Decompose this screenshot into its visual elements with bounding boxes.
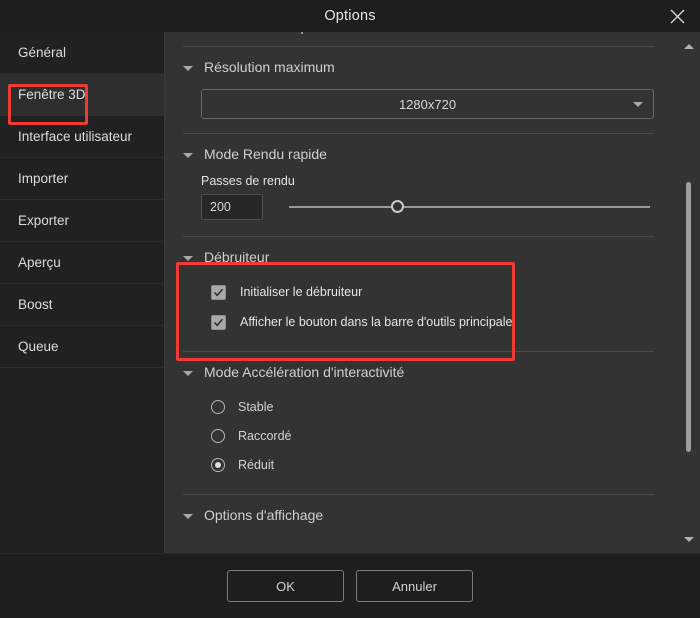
radio-label: Réduit	[238, 457, 275, 472]
checkbox-row-show-toolbar-button[interactable]: Afficher le bouton dans la barre d'outil…	[211, 307, 654, 337]
scrollbar-thumb[interactable]	[686, 182, 691, 452]
title-bar: Options	[0, 0, 700, 32]
clipped-section-header: Mode Rendu rapide	[183, 32, 654, 46]
ok-button[interactable]: OK	[227, 570, 344, 602]
section-header-interactivity[interactable]: Mode Accélération d'interactivité	[183, 352, 654, 392]
scroll-up-icon[interactable]	[678, 36, 700, 56]
checkbox-label: Initialiser le débruiteur	[240, 285, 363, 299]
sidebar-item-label: Queue	[18, 339, 59, 354]
section-title: Débruiteur	[204, 249, 270, 265]
section-title: Résolution maximum	[204, 59, 335, 75]
slider-thumb[interactable]	[391, 200, 405, 213]
section-header-denoiser[interactable]: Débruiteur	[183, 237, 654, 277]
section-title: Mode Accélération d'interactivité	[204, 364, 405, 380]
section-title: Mode Rendu rapide	[204, 146, 327, 162]
radio-row-stable[interactable]: Stable	[211, 392, 654, 421]
sidebar-item-boost[interactable]: Boost	[0, 284, 164, 326]
sidebar-item-label: Fenêtre 3D	[18, 87, 86, 102]
scroll-down-icon[interactable]	[678, 529, 700, 549]
section-header-fast-render[interactable]: Mode Rendu rapide	[183, 134, 654, 174]
radio-row-raccorde[interactable]: Raccordé	[211, 421, 654, 450]
chevron-down-icon	[183, 255, 193, 261]
checkbox-row-init-denoiser[interactable]: Initialiser le débruiteur	[211, 277, 654, 307]
radio-unchecked-icon[interactable]	[211, 428, 225, 443]
chevron-down-icon	[183, 65, 193, 71]
sidebar: Général Fenêtre 3D Interface utilisateur…	[0, 32, 165, 553]
options-dialog: Options Général Fenêtre 3D Interface uti…	[0, 0, 700, 618]
window-title: Options	[324, 8, 376, 24]
sidebar-item-general[interactable]: Général	[0, 32, 164, 74]
sidebar-item-label: Aperçu	[18, 255, 61, 270]
radio-row-reduit[interactable]: Réduit	[211, 450, 654, 479]
section-title: Options d'affichage	[204, 507, 324, 523]
checkbox-label: Afficher le bouton dans la barre d'outil…	[240, 315, 513, 329]
chevron-down-icon	[183, 152, 193, 158]
slider-track	[289, 206, 650, 208]
sidebar-item-fenetre-3d[interactable]: Fenêtre 3D	[0, 74, 164, 116]
sidebar-item-label: Interface utilisateur	[18, 129, 133, 144]
sidebar-item-label: Boost	[18, 297, 53, 312]
radio-checked-icon[interactable]	[211, 457, 225, 472]
passes-label: Passes de rendu	[201, 174, 295, 188]
resolution-value: 1280x720	[398, 96, 457, 112]
sidebar-item-label: Importer	[18, 171, 69, 186]
passes-slider[interactable]	[289, 194, 650, 220]
scrollbar[interactable]	[678, 32, 700, 553]
sidebar-item-label: Général	[18, 45, 67, 60]
chevron-down-icon	[183, 370, 193, 376]
close-icon[interactable]	[654, 0, 700, 32]
radio-label: Raccordé	[238, 428, 292, 443]
chevron-down-icon	[183, 513, 193, 519]
radio-dot	[215, 461, 221, 468]
sidebar-item-label: Exporter	[18, 213, 70, 228]
resolution-dropdown[interactable]: 1280x720	[201, 89, 654, 119]
sidebar-item-queue[interactable]: Queue	[0, 326, 164, 368]
dialog-footer: OK Annuler	[0, 553, 700, 618]
sidebar-item-importer[interactable]: Importer	[0, 158, 164, 200]
passes-input[interactable]: 200	[201, 194, 263, 220]
checkbox-checked-icon[interactable]	[211, 284, 226, 300]
clipped-section-label: Mode Rendu rapide	[204, 32, 327, 34]
settings-panel: Mode Rendu rapide Résolution maximum 128…	[165, 32, 700, 553]
section-header-resolution[interactable]: Résolution maximum	[183, 47, 654, 87]
checkbox-checked-icon[interactable]	[211, 314, 226, 330]
sidebar-item-apercu[interactable]: Aperçu	[0, 242, 164, 284]
sidebar-item-exporter[interactable]: Exporter	[0, 200, 164, 242]
radio-unchecked-icon[interactable]	[211, 399, 225, 414]
settings-content: Mode Rendu rapide Résolution maximum 128…	[165, 32, 678, 553]
chevron-down-icon	[633, 101, 643, 107]
passes-control: 200	[201, 194, 654, 236]
sidebar-item-interface-utilisateur[interactable]: Interface utilisateur	[0, 116, 164, 158]
section-header-display-options[interactable]: Options d'affichage	[183, 495, 654, 535]
radio-label: Stable	[238, 399, 274, 414]
cancel-button[interactable]: Annuler	[356, 570, 473, 602]
